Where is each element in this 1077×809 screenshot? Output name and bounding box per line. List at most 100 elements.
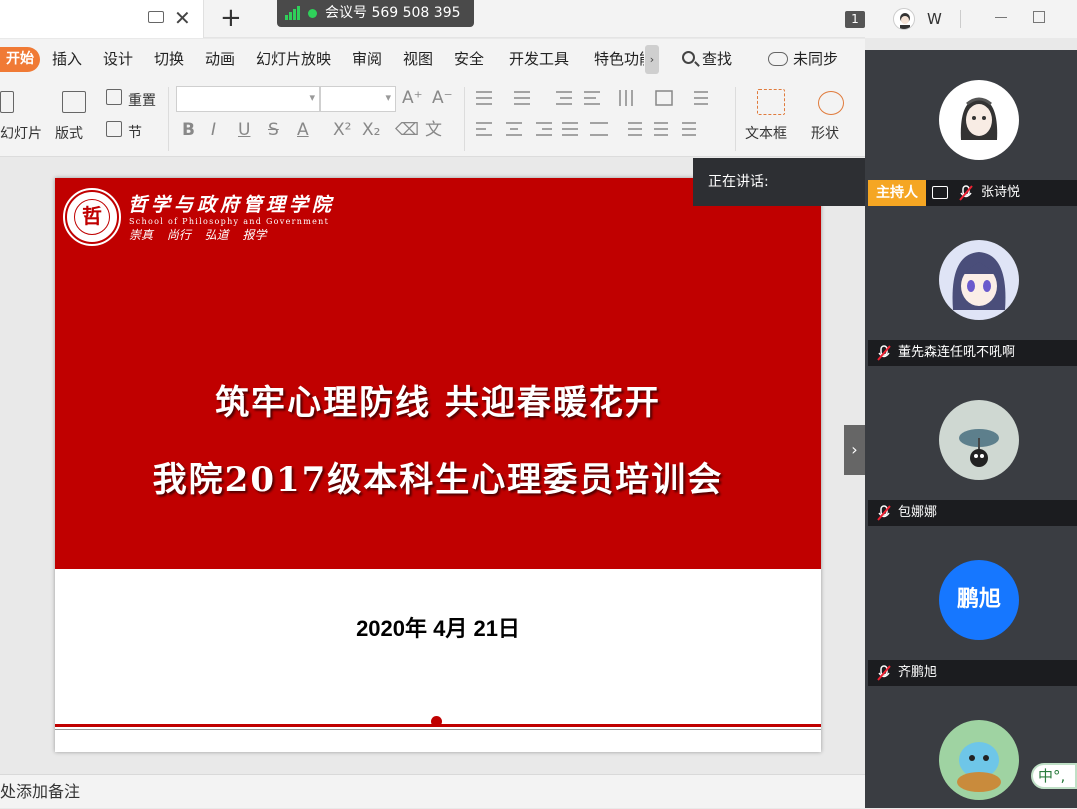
font-size-select[interactable] (320, 86, 396, 112)
menu-tab-review[interactable]: 审阅 (352, 39, 382, 79)
eraser-icon[interactable]: ⌫ (395, 120, 419, 140)
meeting-info[interactable]: 会议号 569 508 395 (277, 0, 474, 27)
ribbon-toolbar: 幻灯片 版式 重置 节 A⁺ A⁻ B I U S A X² X₂ ⌫ 文 (0, 79, 865, 157)
shape-button[interactable]: 形状 (811, 123, 839, 143)
participant-tile[interactable]: 鹏旭 齐鹏旭 (865, 530, 1077, 690)
participant-avatar (939, 720, 1019, 800)
participants-panel: 主持人 张诗悦 董先森连任吼不吼啊 包娜娜 鹏旭 齐鹏旭 (865, 50, 1077, 808)
mic-muted-icon (877, 345, 891, 361)
section-button[interactable]: 节 (128, 122, 142, 142)
divider (168, 87, 169, 151)
italic-icon[interactable]: I (211, 120, 216, 140)
mic-muted-icon (877, 665, 891, 681)
reset-button[interactable]: 重置 (128, 90, 156, 110)
divider (55, 729, 821, 730)
more-menu-icon[interactable]: › (645, 45, 659, 74)
participant-tile[interactable] (865, 690, 1077, 808)
expand-panel-chevron-icon[interactable]: › (844, 425, 865, 475)
menu-tab-insert[interactable]: 插入 (52, 39, 82, 79)
mic-muted-icon (877, 505, 891, 521)
superscript-icon[interactable]: X² (333, 120, 351, 140)
participant-bar: 齐鹏旭 (868, 660, 1077, 686)
participant-name: 包娜娜 (898, 505, 938, 520)
participant-bar: 董先森连任吼不吼啊 (868, 340, 1077, 366)
signal-icon (285, 6, 301, 20)
minimize-icon[interactable] (995, 17, 1007, 18)
user-avatar[interactable] (893, 8, 915, 30)
ime-indicator[interactable]: 中°, (1031, 763, 1077, 789)
font-size-decrease-icon[interactable]: A⁻ (432, 88, 453, 108)
font-name-select[interactable] (176, 86, 320, 112)
menu-tab-developer[interactable]: 开发工具 (509, 39, 569, 79)
menu-tab-features[interactable]: 特色功能 (594, 39, 644, 79)
school-logo: 哲 (63, 188, 121, 246)
menu-tab-security[interactable]: 安全 (454, 39, 484, 79)
slide-date: 2020年 4月 21日 (356, 616, 520, 641)
font-size-increase-icon[interactable]: A⁺ (402, 88, 423, 108)
slide-title-line-2: 我院2017级本科生心理委员培训会 (152, 460, 724, 500)
divider (735, 87, 736, 151)
window-count-badge[interactable]: 1 (845, 11, 865, 28)
underline-icon[interactable]: U (238, 120, 250, 140)
mic-muted-icon (959, 185, 973, 201)
monitor-icon[interactable] (148, 11, 164, 23)
layout-icon[interactable] (62, 91, 86, 113)
school-name-cn: 哲学与政府管理学院 (128, 194, 336, 216)
menu-tab-animation[interactable]: 动画 (205, 39, 235, 79)
school-motto: 崇真 尚行 弘道 报学 (129, 228, 267, 242)
participant-bar: 包娜娜 (868, 500, 1077, 526)
divider (464, 87, 465, 151)
participant-bar: 主持人 张诗悦 (868, 180, 1077, 206)
text-box-icon[interactable] (757, 89, 785, 115)
search-button[interactable]: 查找 (702, 39, 732, 79)
document-tab[interactable]: ✕ (0, 0, 204, 38)
school-name-en: School of Philosophy and Government (129, 217, 330, 226)
host-badge: 主持人 (868, 180, 926, 206)
menu-tab-transition[interactable]: 切换 (154, 39, 184, 79)
slide-title-line-1: 筑牢心理防线 共迎春暖花开 (215, 383, 661, 423)
menu-tab-design[interactable]: 设计 (103, 39, 133, 79)
logo-seal: 哲 (74, 199, 110, 235)
notes-pane[interactable]: 单击此处添加备注 (0, 774, 865, 808)
shape-icon[interactable] (818, 91, 844, 115)
new-tab-icon[interactable]: + (220, 3, 242, 33)
reset-icon[interactable] (106, 89, 122, 105)
sync-status[interactable]: 未同步 (793, 39, 838, 79)
bold-icon[interactable]: B (182, 120, 195, 140)
section-icon[interactable] (106, 121, 122, 137)
phonetic-icon[interactable]: 文 (425, 120, 442, 140)
participant-tile[interactable]: 董先森连任吼不吼啊 (865, 210, 1077, 370)
decorative-dot (431, 716, 442, 727)
new-slide-button[interactable]: 幻灯片 (0, 123, 42, 143)
window-controls: W (865, 0, 1077, 38)
menu-tab-slideshow[interactable]: 幻灯片放映 (256, 39, 331, 79)
new-slide-icon[interactable] (0, 91, 14, 113)
font-color-icon[interactable]: A (297, 120, 309, 140)
menu-tab-view[interactable]: 视图 (403, 39, 433, 79)
maximize-icon[interactable] (1033, 11, 1045, 23)
participant-tile[interactable]: 包娜娜 (865, 370, 1077, 530)
speaking-indicator: 正在讲话: (693, 158, 865, 206)
text-box-button[interactable]: 文本框 (745, 123, 787, 143)
strikethrough-icon[interactable]: S (268, 120, 279, 140)
participant-avatar (939, 80, 1019, 160)
layout-button[interactable]: 版式 (55, 123, 83, 143)
subscript-icon[interactable]: X₂ (362, 120, 380, 140)
meeting-id: 会议号 569 508 395 (325, 5, 461, 21)
divider (960, 10, 961, 28)
close-tab-icon[interactable]: ✕ (174, 7, 191, 29)
screen-share-icon (932, 186, 948, 199)
participant-name: 董先森连任吼不吼啊 (898, 345, 1016, 360)
initials-avatar: 鹏旭 (939, 560, 1019, 640)
title-bar: ✕ + 会议号 569 508 395 1 (0, 0, 865, 38)
user-initial[interactable]: W (927, 10, 942, 28)
slide[interactable]: 哲 哲学与政府管理学院 School of Philosophy and Gov… (55, 178, 821, 752)
menu-tab-start[interactable]: 开始 (0, 47, 40, 72)
search-icon[interactable] (682, 51, 695, 64)
cloud-sync-icon[interactable] (768, 52, 788, 66)
menu-bar: 开始 插入 设计 切换 动画 幻灯片放映 审阅 视图 安全 开发工具 特色功能 … (0, 39, 865, 79)
connection-status-dot (308, 9, 317, 18)
participant-tile[interactable]: 主持人 张诗悦 (865, 50, 1077, 210)
paragraph-tools[interactable] (472, 87, 727, 147)
participant-name: 张诗悦 (981, 185, 1021, 200)
